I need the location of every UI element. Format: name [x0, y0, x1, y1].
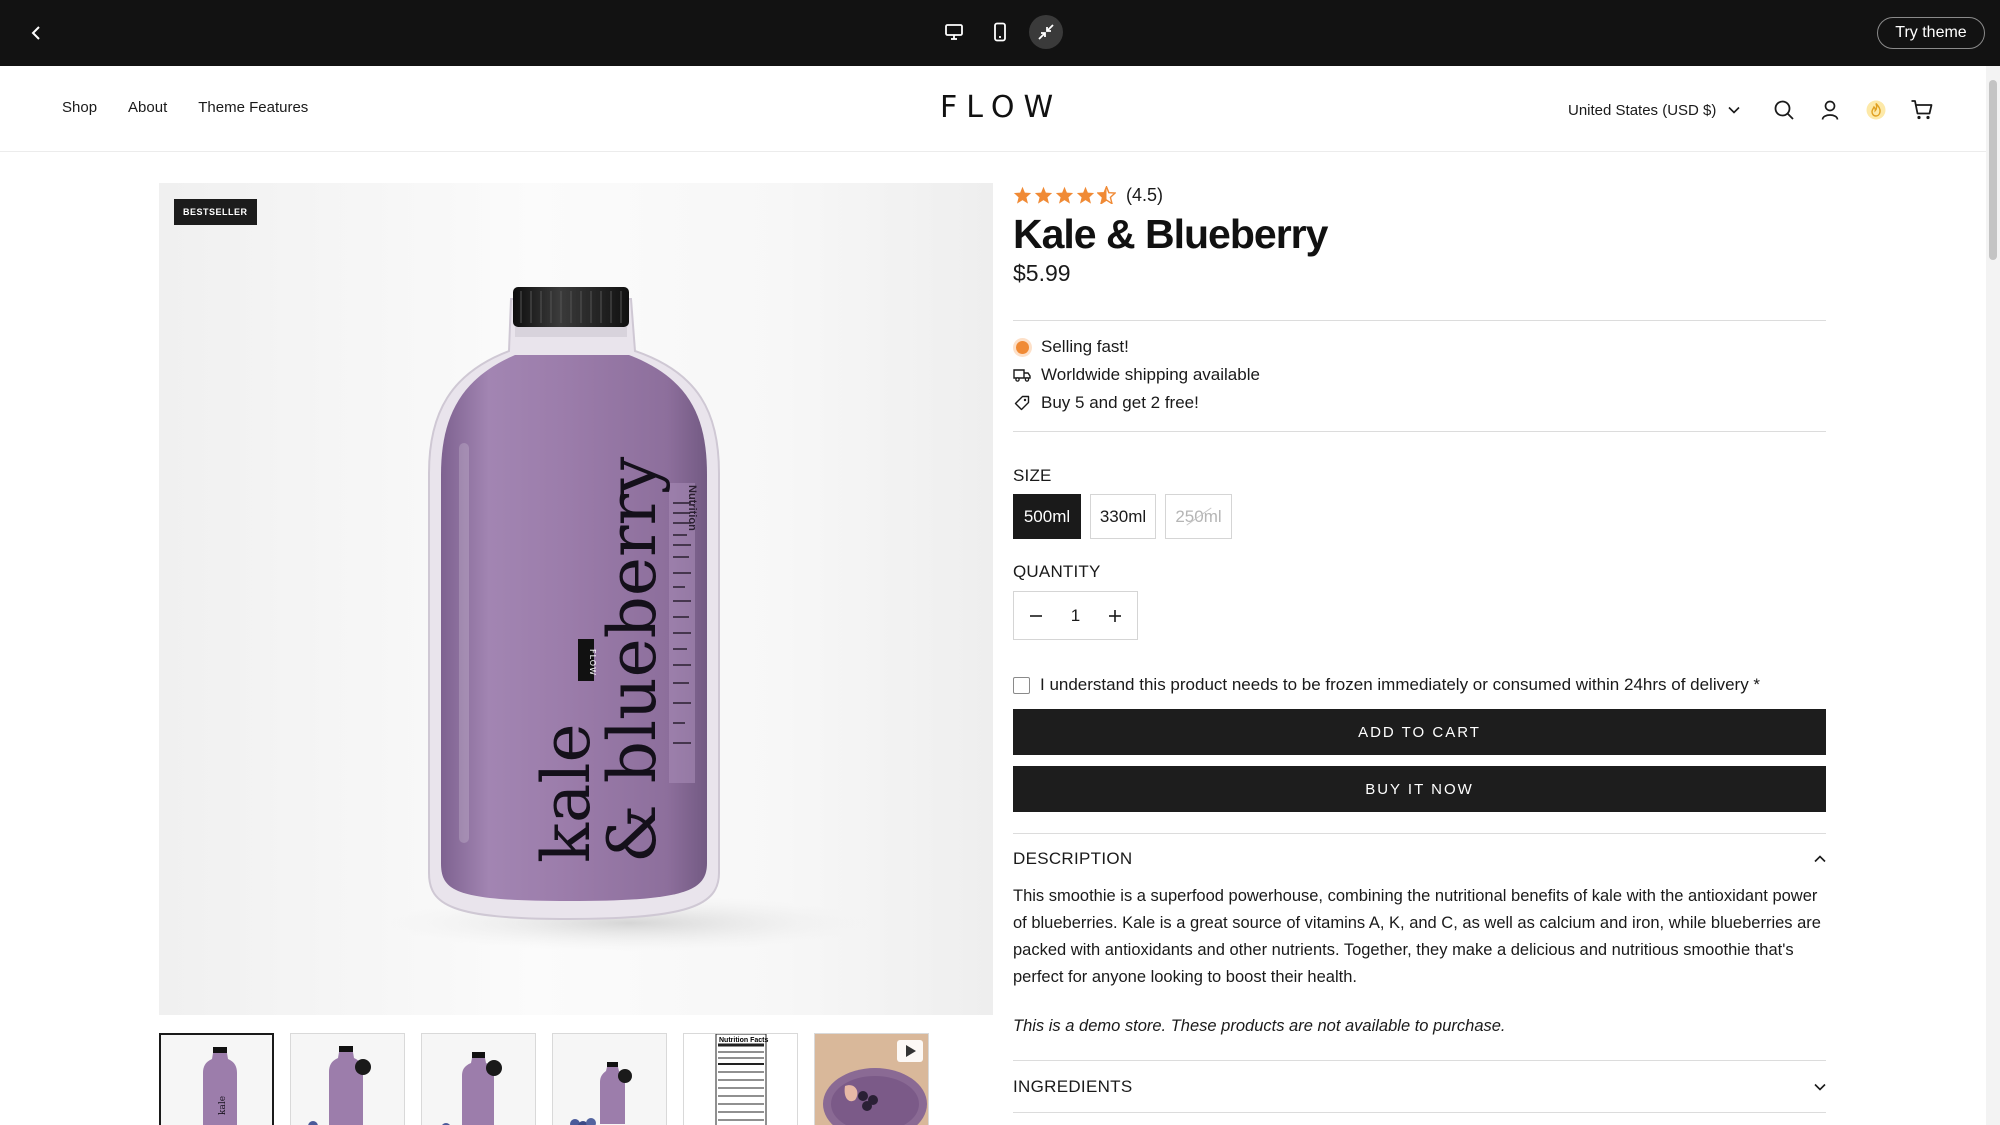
- bottle-side-text: Nutrition: [686, 485, 698, 531]
- chevron-down-icon: [1728, 106, 1740, 114]
- size-option-330ml[interactable]: 330ml: [1090, 494, 1156, 539]
- ingredients-accordion-header[interactable]: INGREDIENTS: [1013, 1074, 1826, 1100]
- product-rating[interactable]: (4.5): [1013, 183, 1826, 207]
- star-icon: [1055, 186, 1074, 204]
- plus-icon[interactable]: [1093, 592, 1137, 639]
- feature-shipping: Worldwide shipping available: [1013, 363, 1260, 387]
- quantity-value[interactable]: 1: [1071, 606, 1080, 626]
- nav-item-theme-features[interactable]: Theme Features: [198, 99, 308, 116]
- thumbnail-bottle-blueberries[interactable]: [290, 1033, 405, 1125]
- thumbnail-nutrition-facts[interactable]: Nutrition Facts: [683, 1033, 798, 1125]
- store-header: Shop About Theme Features FLOW United St…: [0, 66, 1986, 152]
- quantity-label: QUANTITY: [1013, 562, 1101, 581]
- add-to-cart-button[interactable]: ADD TO CART: [1013, 709, 1826, 755]
- star-icon: [1034, 186, 1053, 204]
- feature-text: Selling fast!: [1041, 337, 1129, 356]
- feature-text: Buy 5 and get 2 free!: [1041, 393, 1199, 412]
- bottle-label-line-2: & blueberry: [594, 456, 671, 863]
- half-star-icon: [1097, 186, 1116, 204]
- divider: [1013, 833, 1826, 834]
- size-option-250ml[interactable]: 250ml: [1165, 494, 1232, 539]
- chevron-up-icon: [1814, 855, 1826, 863]
- mobile-icon[interactable]: [983, 15, 1017, 49]
- desktop-icon[interactable]: [937, 15, 971, 49]
- product-info: (4.5) Kale & Blueberry $5.99 Selling fas…: [1013, 183, 1826, 1113]
- currency-label: United States (USD $): [1568, 101, 1717, 119]
- truck-icon: [1013, 366, 1031, 384]
- svg-text:kale: kale: [218, 1096, 228, 1115]
- feature-promo: Buy 5 and get 2 free!: [1013, 391, 1199, 415]
- description-text: This smoothie is a superfood powerhouse,…: [1013, 887, 1821, 986]
- juice-bottle-image: Nutrition FLOW & blueberry kale: [389, 287, 869, 951]
- product-price: $5.99: [1013, 260, 1071, 286]
- page-scrollbar[interactable]: [1986, 66, 2000, 1125]
- feature-selling-fast: Selling fast!: [1013, 335, 1129, 359]
- nav-item-about[interactable]: About: [128, 99, 167, 116]
- thumbnail-strip: kale Nutrition Facts: [159, 1033, 929, 1125]
- search-icon[interactable]: [1768, 94, 1800, 126]
- consent-text: I understand this product needs to be fr…: [1040, 675, 1761, 694]
- divider: [1013, 320, 1826, 321]
- bestseller-badge: BESTSELLER: [174, 199, 257, 225]
- tag-icon: [1013, 394, 1031, 412]
- product-title: Kale & Blueberry: [1013, 211, 1328, 257]
- demo-store-notice: This is a demo store. These products are…: [1013, 1017, 1506, 1035]
- currency-selector[interactable]: United States (USD $): [1568, 102, 1740, 119]
- ingredients-heading: INGREDIENTS: [1013, 1077, 1133, 1096]
- feature-text: Worldwide shipping available: [1041, 365, 1260, 384]
- divider: [1013, 1112, 1826, 1113]
- header-actions: United States (USD $): [1568, 94, 1952, 126]
- star-rating: [1013, 186, 1116, 204]
- store-logo[interactable]: FLOW: [940, 90, 1062, 125]
- divider: [1013, 431, 1826, 432]
- cart-icon[interactable]: [1906, 94, 1938, 126]
- thumbnail-bottle-front[interactable]: kale: [159, 1033, 274, 1125]
- thumbnail-video[interactable]: [814, 1033, 929, 1125]
- thumbnail-bottle-small[interactable]: [552, 1033, 667, 1125]
- product-main-image[interactable]: Nutrition FLOW & blueberry kale BESTSELL…: [159, 183, 993, 1015]
- thumbnail-bottle-side[interactable]: [421, 1033, 536, 1125]
- nutrition-facts-title: Nutrition Facts: [719, 1037, 768, 1044]
- try-theme-button[interactable]: Try theme: [1877, 17, 1985, 49]
- rating-value: (4.5): [1126, 184, 1164, 205]
- main-nav: Shop About Theme Features: [62, 99, 308, 116]
- description-heading: DESCRIPTION: [1013, 849, 1133, 868]
- star-icon: [1013, 186, 1032, 204]
- quantity-stepper: 1: [1013, 591, 1138, 640]
- status-dot-icon: [1013, 338, 1031, 356]
- collapse-icon[interactable]: [1029, 15, 1063, 49]
- frozen-consent: I understand this product needs to be fr…: [1013, 675, 1760, 695]
- buy-it-now-button[interactable]: BUY IT NOW: [1013, 766, 1826, 812]
- consent-checkbox[interactable]: [1013, 676, 1030, 694]
- account-icon[interactable]: [1814, 94, 1846, 126]
- nav-item-shop[interactable]: Shop: [62, 99, 97, 116]
- rewards-flame-icon[interactable]: [1860, 94, 1892, 126]
- divider: [1013, 1060, 1826, 1061]
- size-label: SIZE: [1013, 466, 1052, 485]
- minus-icon[interactable]: [1014, 592, 1058, 639]
- description-accordion-header[interactable]: DESCRIPTION: [1013, 846, 1826, 872]
- chevron-down-icon: [1814, 1083, 1826, 1091]
- device-switcher: [937, 15, 1063, 49]
- back-arrow-icon[interactable]: [20, 17, 52, 49]
- bottle-label-line-1: kale: [528, 723, 605, 863]
- theme-preview-bar: Try theme: [0, 0, 2000, 66]
- size-option-500ml[interactable]: 500ml: [1013, 494, 1081, 539]
- scrollbar-thumb[interactable]: [1989, 80, 1997, 260]
- size-selector: 500ml 330ml 250ml: [1013, 494, 1232, 539]
- star-icon: [1076, 186, 1095, 204]
